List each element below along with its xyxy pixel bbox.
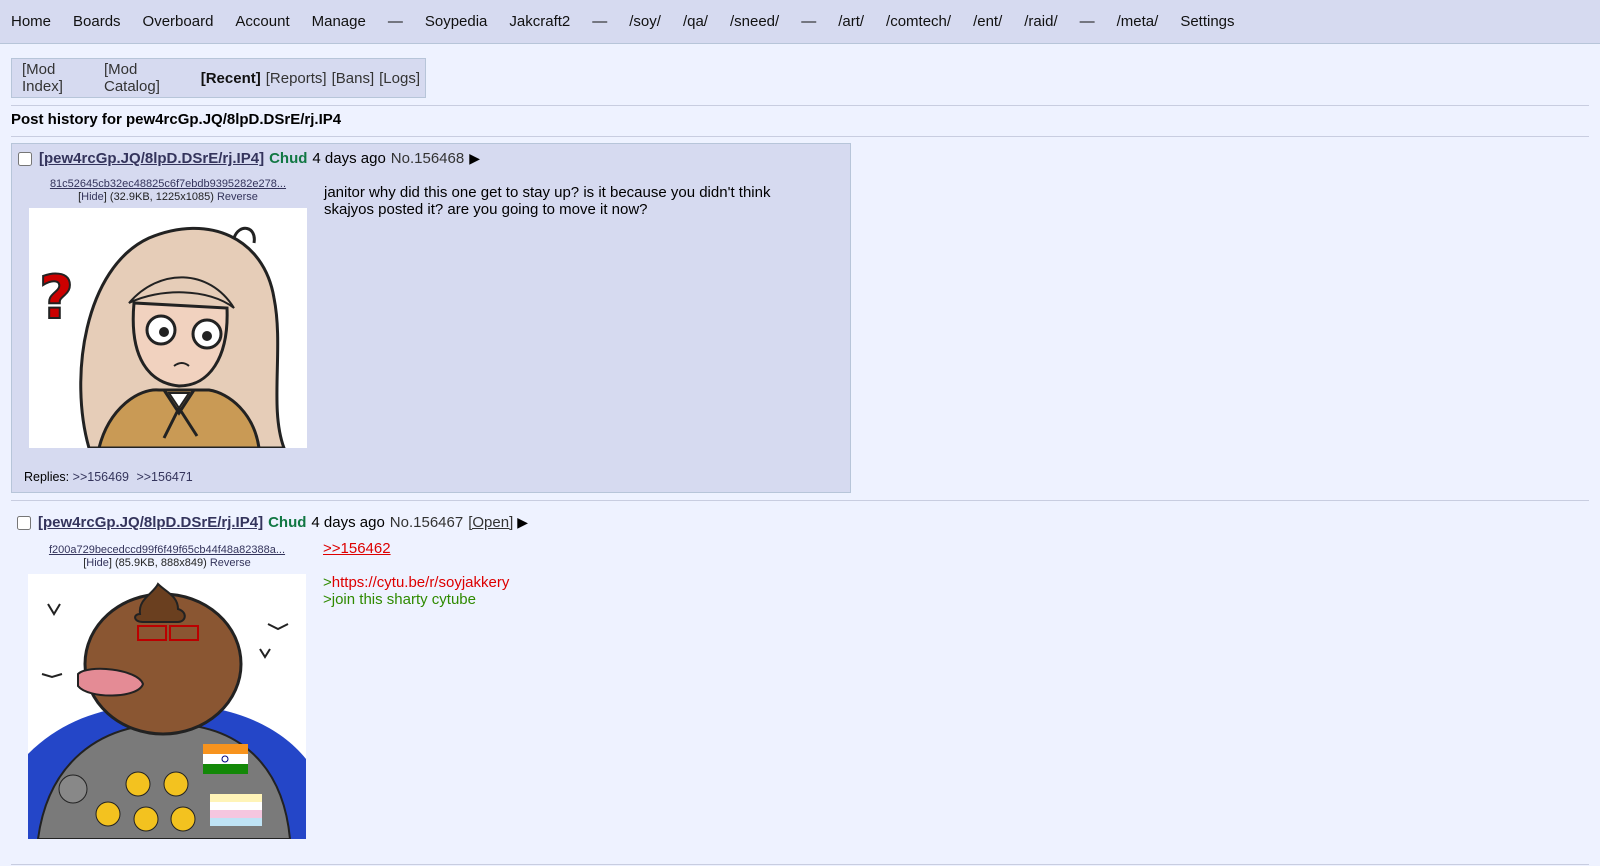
reverse-search-link[interactable]: Reverse — [210, 557, 251, 569]
nav-link-comtech[interactable]: /comtech/ — [886, 13, 951, 30]
quote-link[interactable]: >>156462 — [323, 540, 391, 557]
divider — [11, 105, 1589, 106]
file-info: f200a729becedccd99f6f49f65cb44f48a82388a… — [27, 544, 307, 570]
logs-link[interactable]: [Logs] — [379, 70, 420, 87]
bans-link[interactable]: [Bans] — [332, 70, 375, 87]
svg-text:?: ? — [39, 263, 74, 333]
nav-link-home[interactable]: Home — [11, 13, 51, 30]
post-time: 4 days ago — [312, 150, 386, 167]
divider — [11, 136, 1589, 137]
greentext-line: >join this sharty cytube — [323, 591, 476, 608]
nav-link-manage[interactable]: Manage — [312, 13, 366, 30]
post: [pew4rcGp.JQ/8lpD.DSrE/rj.IP4] Chud 4 da… — [11, 508, 851, 860]
nav-link-soypedia[interactable]: Soypedia — [425, 13, 488, 30]
post-header: [pew4rcGp.JQ/8lpD.DSrE/rj.IP4] Chud 4 da… — [18, 150, 480, 167]
recent-link[interactable]: [Recent] — [201, 70, 261, 87]
replies-label: Replies: — [24, 470, 70, 484]
nav-link-sneed[interactable]: /sneed/ — [730, 13, 779, 30]
nav-link-settings[interactable]: Settings — [1180, 13, 1234, 30]
post-select-checkbox[interactable] — [17, 515, 31, 530]
mod-catalog-link[interactable]: [Mod Catalog] — [104, 61, 196, 95]
file-meta: (85.9KB, 888x849) — [115, 557, 207, 569]
post-number[interactable]: No.156467 — [390, 514, 463, 531]
mod-index-link[interactable]: [Mod Index] — [22, 61, 99, 95]
hide-file-link[interactable]: Hide — [81, 191, 104, 203]
poster-id-link[interactable]: [pew4rcGp.JQ/8lpD.DSrE/rj.IP4] — [39, 150, 264, 167]
post-number[interactable]: No.156468 — [391, 150, 464, 167]
post-thumbnail[interactable] — [28, 574, 306, 839]
greentext-line: >https://cytu.be/r/soyjakkery — [323, 574, 510, 591]
nav-link-overboard[interactable]: Overboard — [143, 13, 214, 30]
reports-link[interactable]: [Reports] — [266, 70, 327, 87]
file-info: 81c52645cb32ec48825c6f7ebdb9395282e278..… — [28, 178, 308, 204]
post-header: [pew4rcGp.JQ/8lpD.DSrE/rj.IP4] Chud 4 da… — [17, 514, 528, 531]
nav-link-art[interactable]: /art/ — [838, 13, 864, 30]
poster-name: Chud — [268, 514, 307, 531]
hide-file-link[interactable]: Hide — [86, 557, 109, 569]
divider — [11, 500, 1589, 501]
nav-link-raid[interactable]: /raid/ — [1024, 13, 1057, 30]
post-body: >>156462 >https://cytu.be/r/soyjakkery >… — [323, 540, 793, 608]
nav-link-qa[interactable]: /qa/ — [683, 13, 708, 30]
reply-link[interactable]: >>156469 — [73, 470, 129, 484]
replies: Replies: >>156469 >>156471 — [24, 470, 197, 484]
file-name-link[interactable]: f200a729becedccd99f6f49f65cb44f48a82388a… — [27, 544, 307, 557]
nav-separator: — — [592, 13, 608, 30]
top-navigation: Home Boards Overboard Account Manage — Soypedi… — [0, 0, 1600, 44]
external-link[interactable]: https://cytu.be/r/soyjakkery — [332, 574, 510, 591]
nav-link-ent[interactable]: /ent/ — [973, 13, 1002, 30]
post-body: janitor why did this one get to stay up?… — [324, 184, 771, 218]
post-menu-arrow-icon[interactable]: ▶ — [469, 150, 480, 167]
nav-separator: — — [1079, 13, 1095, 30]
file-name-link[interactable]: 81c52645cb32ec48825c6f7ebdb9395282e278..… — [28, 178, 308, 191]
reverse-search-link[interactable]: Reverse — [217, 191, 258, 203]
nav-link-meta[interactable]: /meta/ — [1117, 13, 1159, 30]
post-time: 4 days ago — [311, 514, 385, 531]
nav-separator: — — [801, 13, 817, 30]
reply-link[interactable]: >>156471 — [136, 470, 192, 484]
poster-id-link[interactable]: [pew4rcGp.JQ/8lpD.DSrE/rj.IP4] — [38, 514, 263, 531]
post: [pew4rcGp.JQ/8lpD.DSrE/rj.IP4] Chud 4 da… — [11, 143, 851, 493]
post-thumbnail[interactable]: ? — [29, 208, 307, 448]
nav-link-boards[interactable]: Boards — [73, 13, 121, 30]
nav-link-soy[interactable]: /soy/ — [629, 13, 661, 30]
file-meta: (32.9KB, 1225x1085) — [109, 191, 214, 203]
nav-link-account[interactable]: Account — [235, 13, 289, 30]
mod-toolbar: [Mod Index] [Mod Catalog] [Recent] [Repo… — [11, 58, 426, 98]
nav-link-jakcraft2[interactable]: Jakcraft2 — [509, 13, 570, 30]
divider — [11, 864, 1589, 865]
open-thread-link[interactable]: [Open] — [468, 514, 513, 531]
post-select-checkbox[interactable] — [18, 151, 32, 166]
page-title: Post history for pew4rcGp.JQ/8lpD.DSrE/r… — [11, 111, 342, 128]
post-menu-arrow-icon[interactable]: ▶ — [517, 514, 528, 531]
poster-name: Chud — [269, 150, 308, 167]
nav-separator: — — [387, 13, 403, 30]
